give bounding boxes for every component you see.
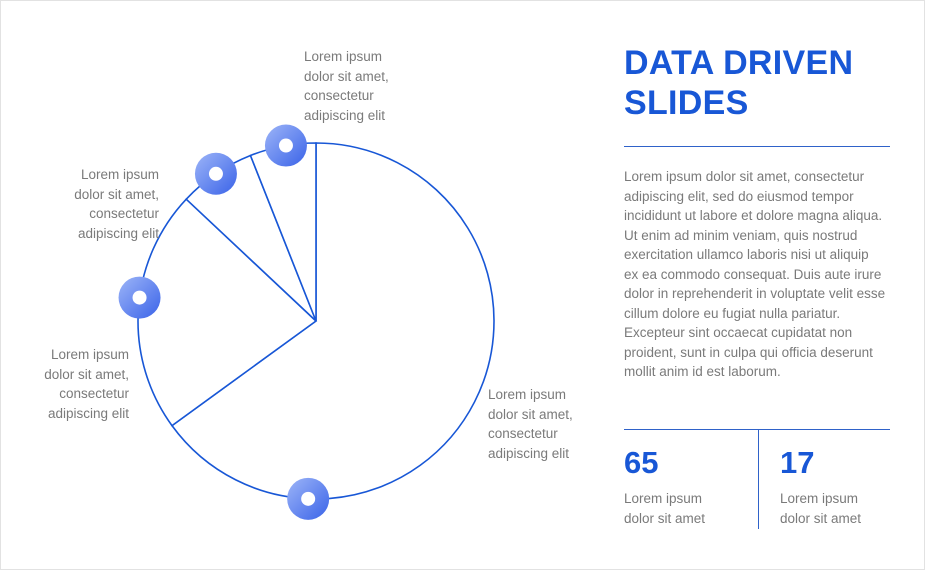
slide: Lorem ipsum dolor sit amet, consectetur …	[0, 0, 925, 570]
stats-separator	[758, 429, 759, 529]
callout-upper-left: Lorem ipsum dolor sit amet, consectetur …	[74, 167, 159, 241]
stat-label-1: Lorem ipsum dolor sit amet	[624, 491, 706, 526]
slice-marker-1	[287, 477, 330, 520]
stat-value-1: 65	[624, 445, 659, 480]
stat-value-2: 17	[780, 445, 815, 480]
slice-marker-2	[118, 276, 161, 319]
body-paragraph: Lorem ipsum dolor sit amet, consectetur …	[624, 169, 886, 379]
callout-lower-left: Lorem ipsum dolor sit amet, consectetur …	[44, 347, 129, 421]
slice-marker-3	[194, 152, 237, 195]
callout-top: Lorem ipsum dolor sit amet, consectetur …	[304, 49, 389, 123]
slide-title: DATA DRIVEN SLIDES	[624, 44, 854, 122]
stat-label-2: Lorem ipsum dolor sit amet	[780, 491, 862, 526]
title-divider	[624, 146, 890, 147]
callout-right: Lorem ipsum dolor sit amet, consectetur …	[488, 387, 573, 461]
stats-divider	[624, 429, 890, 430]
slice-marker-4	[264, 124, 307, 167]
